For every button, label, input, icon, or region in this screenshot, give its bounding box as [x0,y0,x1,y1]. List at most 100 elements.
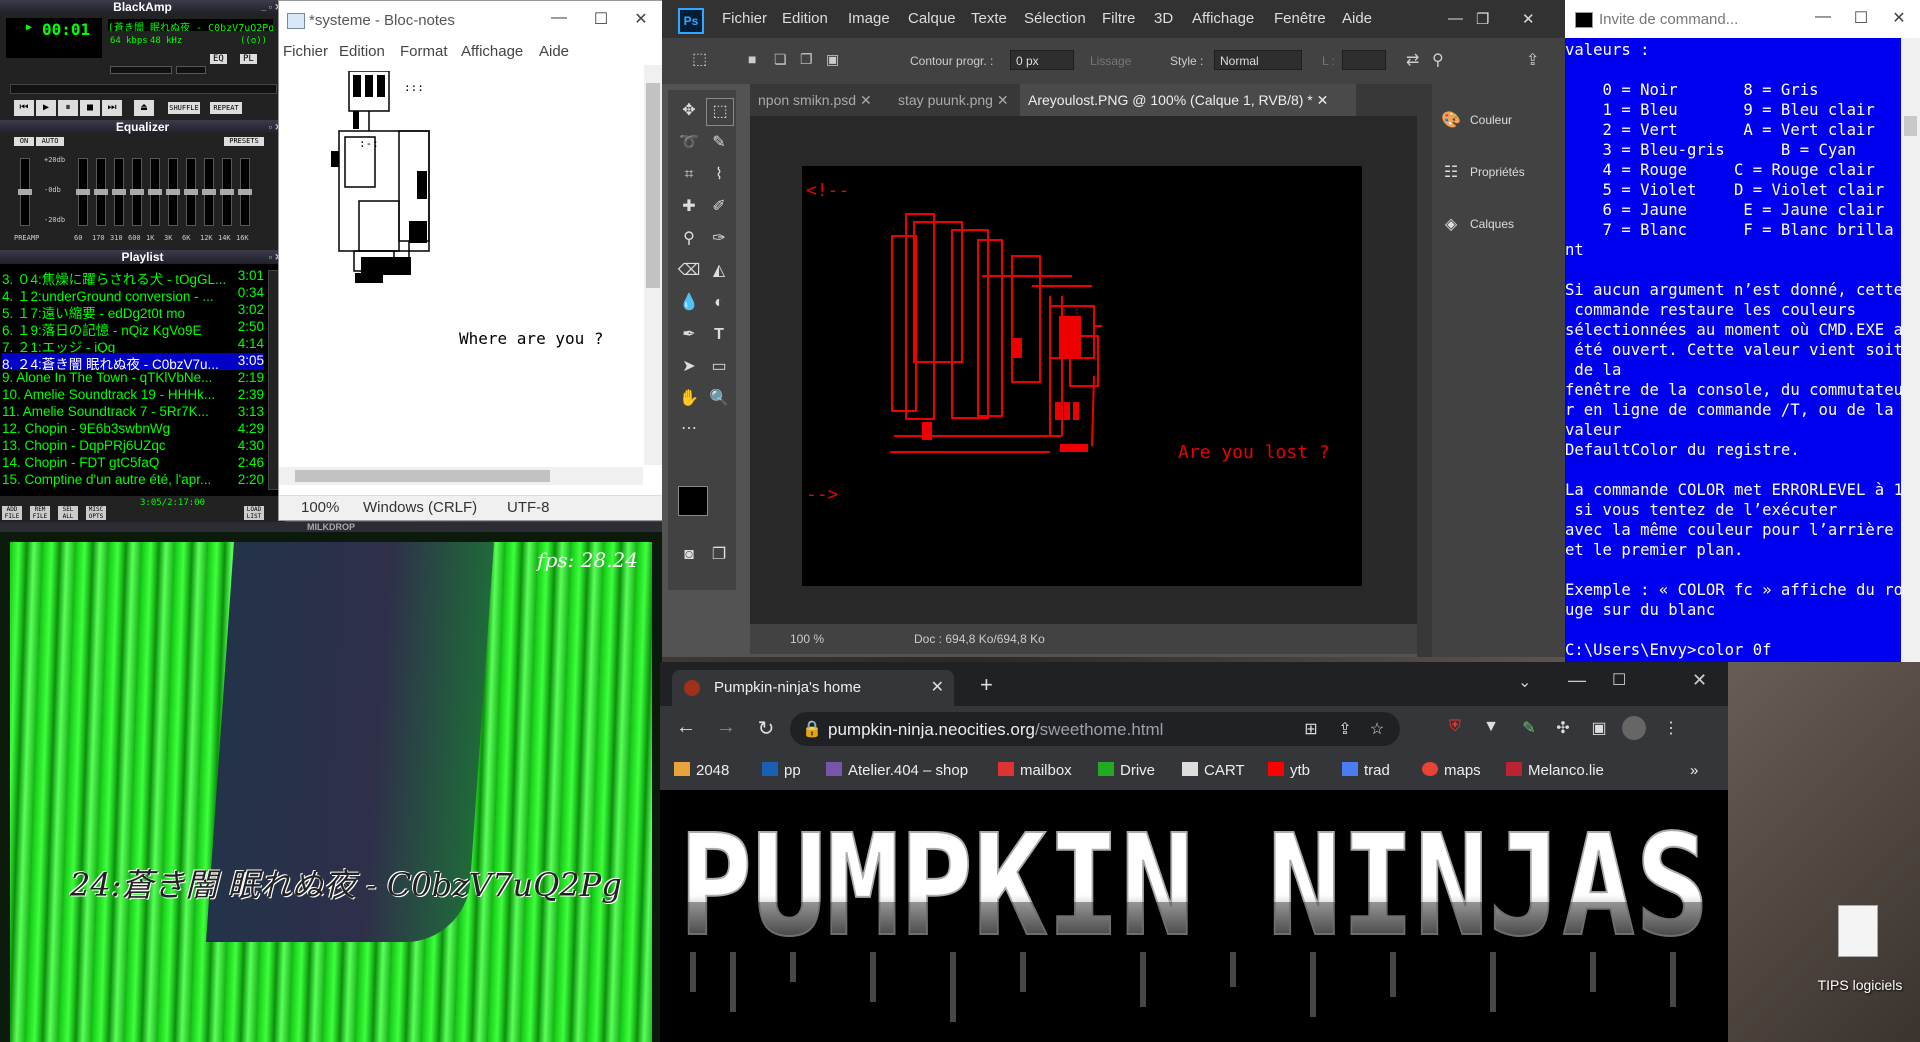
dodge-tool-icon[interactable]: ◐ [706,290,732,316]
pause-button[interactable]: ⏸ [58,100,78,116]
eq-slider-knob[interactable] [220,189,234,195]
extension-pen-icon[interactable]: ✎ [1518,718,1540,738]
menu-kebab-icon[interactable]: ⋮ [1660,718,1682,738]
subtract-selection-icon[interactable]: ❐ [800,51,813,68]
notepad-horizontal-scrollbar[interactable] [279,467,643,485]
eq-slider-knob[interactable] [238,189,252,195]
eject-button[interactable]: ⏏ [134,100,154,116]
playlist-item[interactable]: 15. Comptine d'un autre été, l'apr... 2:2… [2,472,264,489]
add-selection-icon[interactable]: ❏ [774,51,787,68]
foreground-color-swatch[interactable] [678,486,708,516]
ps-menu-fenetre[interactable]: Fenêtre [1274,10,1326,27]
cmd-scrollbar[interactable] [1901,38,1920,662]
ps-canvas[interactable]: <!-- --> Are you lost ?:: [802,166,1362,586]
close-button[interactable]: ✕ [629,9,653,29]
volume-slider[interactable] [110,66,172,74]
playlist-item[interactable]: 3. ０4:焦燥に躍らされる犬 - tOgGL... 3:01 [2,268,264,287]
width-input[interactable] [1342,50,1386,70]
ps-canvas-area[interactable]: <!-- --> Are you lost ?:: [750,116,1417,624]
menu-affichage[interactable]: Affichage [461,43,523,60]
maximize-button[interactable]: ☐ [589,9,613,29]
playlist-item[interactable]: 7. ２1:エッジ - iQg 4:14 [2,336,264,355]
menu-format[interactable]: Format [400,43,448,60]
menu-aide[interactable]: Aide [539,43,569,60]
quick-selection-icon[interactable]: ✎ [706,130,732,156]
preamp-slider[interactable] [18,158,32,226]
marquee-tool-icon[interactable]: ⬚ [706,98,734,126]
playlist-item[interactable]: 8. ２4:蒼き闇 眠れぬ夜 - C0bzV7u... 3:05 [2,353,264,372]
playlist-item[interactable]: 14. Chopin - FDT gtC5faQ 2:46 [2,455,264,472]
tab-document-active[interactable]: Areyoulost.PNG @ 100% (Calque 1, RVB/8) … [1020,84,1356,116]
bookmark-trad[interactable]: trad [1342,762,1390,779]
swap-icon[interactable]: ⇄ [1406,50,1419,70]
web-page-content[interactable]: PUMPKIN NINJAS [660,790,1728,1042]
eq-band-slider[interactable] [94,158,108,226]
reload-button[interactable]: ↻ [752,716,780,741]
bookmark-2048[interactable]: 2048 [674,762,729,779]
lock-icon[interactable]: 🔒 [802,719,822,739]
extension-shield-icon[interactable]: ⛨ [1444,718,1466,736]
close-button[interactable]: ✕ [1887,8,1911,28]
bookmark-melanco[interactable]: Melanco.lie [1506,762,1604,779]
balance-slider[interactable] [176,66,206,74]
chrome-tab[interactable]: Pumpkin-ninja's home ✕ [672,670,954,706]
hand-tool-icon[interactable]: ✋ [676,386,702,412]
shuffle-button[interactable]: SHUFFLE [168,102,200,114]
menu-edition[interactable]: Edition [339,43,385,60]
tab-close-icon[interactable]: ✕ [931,677,944,697]
ps-menu-3d[interactable]: 3D [1154,10,1173,27]
panel-couleur[interactable]: 🎨 Couleur [1440,100,1512,140]
intersect-selection-icon[interactable]: ▣ [826,51,839,68]
ps-restore-button[interactable]: ❐ [1476,10,1489,28]
tab-document-1[interactable]: npon smikn.psd ✕ [750,84,886,116]
ps-menu-selection[interactable]: Sélection [1024,10,1086,27]
playlist-item[interactable]: 5. １7:遠い縮要 - edDg2t0t mo 3:02 [2,302,264,321]
eq-slider-knob[interactable] [76,189,90,195]
move-tool-icon[interactable]: ✥ [676,98,702,124]
address-bar[interactable]: 🔒 pumpkin-ninja.neocities.org/sweethome.… [790,712,1400,746]
paint-bucket-icon[interactable]: ◭ [706,258,732,284]
previous-button[interactable]: ⏮ [14,100,34,116]
forward-button[interactable]: → [712,716,740,739]
playlist-item[interactable]: 12. Chopin - 9E6b3swbnWg 4:29 [2,421,264,438]
winamp-track-title[interactable]: [蒼き闇 眠れぬ夜 - C0bzV7uQ2Pg [108,19,273,31]
eq-band-slider[interactable] [238,158,252,226]
back-button[interactable]: ← [672,716,700,739]
share-icon[interactable]: ⇪ [1334,719,1356,739]
minimize-button[interactable]: — [1811,8,1835,26]
play-button[interactable]: ▶ [36,100,56,116]
ps-panel-collapse-bar[interactable] [1417,84,1432,657]
playlist-titlebar[interactable]: Playlist ▫ ✕ [0,250,285,264]
playlist-item[interactable]: 9. Alone In The Town - qTKlVbNe... 2:19 [2,370,264,387]
ps-close-button[interactable]: ✕ [1522,10,1535,28]
contour-input[interactable]: 0 px [1010,50,1074,70]
search-icon[interactable]: ⚲ [1432,50,1444,70]
bookmark-ytb[interactable]: ytb [1268,762,1310,779]
ps-menu-fichier[interactable]: Fichier [722,10,767,27]
close-button[interactable]: ✕ [1692,670,1707,691]
winamp-eq-toggle[interactable]: EQ [210,54,227,64]
rectangle-tool-icon[interactable]: ▭ [706,354,732,380]
tab-document-2[interactable]: stay puunk.png ✕ [890,84,1018,116]
eq-slider-knob[interactable] [148,189,162,195]
misc-options-button[interactable]: MISC OPTS [86,506,106,520]
milkdrop-view[interactable]: fps: 28.24 24:蒼き闇 眠れぬ夜 - C0bzV7uQ2Pg [10,542,652,1042]
style-select[interactable]: Normal [1214,50,1302,70]
profile-avatar[interactable] [1622,716,1646,740]
pen-tool-icon[interactable]: ✒ [676,322,702,348]
ps-menu-calque[interactable]: Calque [908,10,956,27]
milkdrop-titlebar[interactable]: MILKDROP [0,522,662,532]
notepad-vertical-scrollbar[interactable] [644,65,662,465]
bookmark-drive[interactable]: Drive [1098,762,1155,779]
lasso-tool-icon[interactable]: ➰ [676,130,702,156]
eq-band-slider[interactable] [166,158,180,226]
eq-presets-button[interactable]: PRESETS [224,137,264,146]
eq-band-slider[interactable] [184,158,198,226]
bookmark-atelier[interactable]: Atelier.404 – shop [826,762,968,779]
playlist-item[interactable]: 6. １9:落日の記憶 - nQiz KgVo9E 2:50 [2,319,264,338]
ps-menu-filtre[interactable]: Filtre [1102,10,1135,27]
marquee-tool-icon[interactable]: ⬚ [692,49,707,69]
history-brush-icon[interactable]: ✑ [706,226,732,252]
eq-band-slider[interactable] [130,158,144,226]
ps-minimize-button[interactable]: — [1448,10,1463,27]
